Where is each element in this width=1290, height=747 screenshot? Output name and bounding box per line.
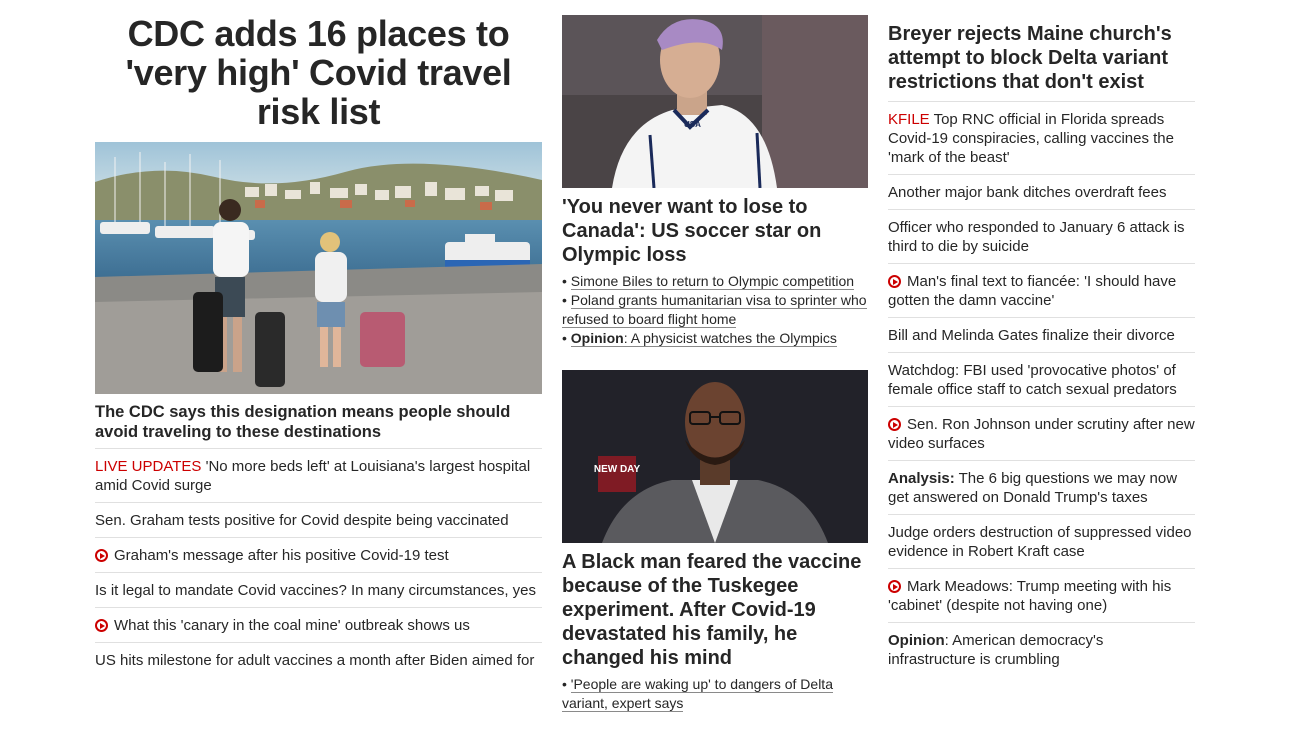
jersey-text: USA <box>684 120 701 129</box>
list-item[interactable]: US hits milestone for adult vaccines a m… <box>95 642 542 677</box>
list-item[interactable]: LIVE UPDATES 'No more beds left' at Loui… <box>95 448 542 502</box>
list-item[interactable]: What this 'canary in the coal mine' outb… <box>95 607 542 642</box>
lead-story-column: CDC adds 16 places to 'very high' Covid … <box>95 0 542 669</box>
soccer-player-image[interactable]: USA <box>562 15 868 188</box>
lead-story-image[interactable] <box>95 142 542 394</box>
list-item[interactable]: Graham's message after his positive Covi… <box>95 537 542 572</box>
new-day-logo: NEW DAY <box>594 464 641 475</box>
opinion-label: Opinion <box>888 632 945 649</box>
list-item[interactable]: Judge orders destruction of suppressed v… <box>888 514 1195 568</box>
list-item[interactable]: Watchdog: FBI used 'provocative photos' … <box>888 352 1195 406</box>
list-item[interactable]: Officer who responded to January 6 attac… <box>888 209 1195 263</box>
play-icon <box>888 580 901 593</box>
interview-photo: NEW DAY <box>562 370 868 543</box>
tuskegee-related-links: • 'People are waking up' to dangers of D… <box>562 676 833 712</box>
soccer-player-photo: USA <box>562 15 868 188</box>
list-item[interactable]: Another major bank ditches overdraft fee… <box>888 174 1195 209</box>
play-icon <box>95 549 108 562</box>
related-link[interactable]: Opinion: A physicist watches the Olympic… <box>570 330 837 347</box>
related-link[interactable]: Simone Biles to return to Olympic compet… <box>570 273 855 290</box>
breyer-headline[interactable]: Breyer rejects Maine church's attempt to… <box>888 22 1195 94</box>
list-item[interactable]: Analysis: The 6 big questions we may now… <box>888 460 1195 514</box>
lead-story-caption[interactable]: The CDC says this designation means peop… <box>95 402 542 442</box>
list-item[interactable]: Opinion: American democracy's infrastruc… <box>888 622 1195 676</box>
soccer-related-links: • Simone Biles to return to Olympic comp… <box>562 273 867 347</box>
list-item[interactable]: Is it legal to mandate Covid vaccines? I… <box>95 572 542 607</box>
live-updates-label: LIVE UPDATES <box>95 458 202 475</box>
harbor-travelers-photo <box>95 142 542 394</box>
lead-related-list: LIVE UPDATES 'No more beds left' at Loui… <box>95 448 542 677</box>
play-icon <box>888 275 901 288</box>
list-item[interactable]: Mark Meadows: Trump meeting with his 'ca… <box>888 568 1195 622</box>
list-item[interactable]: Sen. Ron Johnson under scrutiny after ne… <box>888 406 1195 460</box>
kfile-label: KFILE <box>888 111 930 128</box>
tuskegee-headline[interactable]: A Black man feared the vaccine because o… <box>562 550 868 670</box>
new-day-interview-image[interactable]: NEW DAY <box>562 370 868 543</box>
lead-headline[interactable]: CDC adds 16 places to 'very high' Covid … <box>95 14 542 131</box>
soccer-headline[interactable]: 'You never want to lose to Canada': US s… <box>562 195 868 267</box>
list-item[interactable]: Man's final text to fiancée: 'I should h… <box>888 263 1195 317</box>
list-item[interactable]: Sen. Graham tests positive for Covid des… <box>95 502 542 537</box>
list-item[interactable]: KFILE Top RNC official in Florida spread… <box>888 101 1195 174</box>
analysis-label: Analysis: <box>888 470 955 487</box>
play-icon <box>888 418 901 431</box>
right-headline-list: KFILE Top RNC official in Florida spread… <box>888 101 1195 676</box>
related-link[interactable]: Poland grants humanitarian visa to sprin… <box>562 292 867 328</box>
play-icon <box>95 619 108 632</box>
related-link[interactable]: 'People are waking up' to dangers of Del… <box>562 676 833 712</box>
list-item[interactable]: Bill and Melinda Gates finalize their di… <box>888 317 1195 352</box>
